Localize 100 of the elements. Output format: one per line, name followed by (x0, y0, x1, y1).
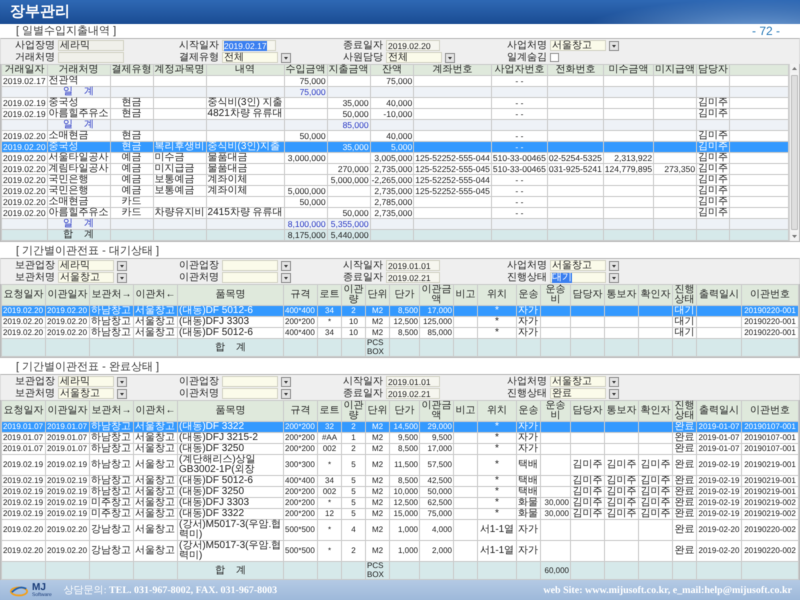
input-field[interactable]: 2019.02.21 (386, 388, 440, 399)
section-title: [ 기간별이관전표 - 완료상태 ] (16, 360, 159, 374)
column-header: 담당자 (570, 400, 604, 422)
table-row[interactable]: 일 계 85,000 (2, 120, 788, 130)
input-field[interactable]: 완료 (550, 388, 606, 399)
vertical-scrollbar[interactable] (789, 64, 799, 241)
input-field[interactable]: 세라믹 (58, 40, 124, 51)
column-header: 요청일자 (2, 284, 46, 306)
column-header: 통보자 (604, 284, 638, 306)
table-row[interactable]: 2019.01.07 2019.01.07 하남창고 서울창고 (대동)DFJ 3215-2 200*200 #AA 1 M2 9,500 9,500 * 자가 완료 2019-01-07 20190107-001 (2, 432, 798, 444)
input-field[interactable]: 2019.02.17 (222, 40, 276, 51)
field-label: 시작일자 (343, 376, 383, 387)
table-row[interactable]: 2019.02.20 소매현금 현금 50,000 40,000 - - 김미주 (2, 130, 788, 142)
column-header: 운송 (516, 284, 540, 306)
column-header: 내역 (206, 64, 284, 76)
input-field[interactable]: 세라믹 (58, 260, 114, 271)
table-row[interactable]: 2019.02.20 아름힐주유소 카드 차량유지비 2415차량 유류대 50,000 2,735,000 - - 김미주 (2, 208, 788, 218)
column-header: 계정과목명 (153, 64, 206, 76)
table-row[interactable]: 2019.02.19 2019.02.19 하남창고 서울창고 (대동)DF 5012-6 400*400 34 5 M2 8,500 42,500 * 택배 김미주 김미주 김미주 완료 2019-02-19 20190219-001 (2, 476, 798, 486)
checkbox[interactable] (550, 53, 559, 62)
input-field[interactable]: 서울창고 (550, 260, 606, 271)
logo-text: MJ (32, 582, 46, 592)
column-header: 운송 (516, 400, 540, 422)
table-row[interactable]: 2019.02.19 중국성 현금 중식비(3인) 지출 35,000 40,000 - - 김미주 (2, 98, 788, 108)
input-field[interactable]: 서울창고 (550, 376, 606, 387)
table-row[interactable]: 일 계 75,000 (2, 86, 788, 98)
field-label: 진행상태 (507, 388, 547, 399)
column-header: 단위 (366, 400, 390, 422)
field-label: 보관업장 (15, 260, 55, 271)
field-label: 결제유형 (179, 52, 219, 63)
table-row[interactable]: 합 계 PCS BOX 60,000 (2, 562, 798, 580)
table-row[interactable]: 합 계 PCS BOX (2, 338, 798, 356)
field-label: 이관처명 (179, 388, 219, 399)
field-label: 종료일자 (343, 40, 383, 51)
table-row[interactable]: 2019.02.19 2019.02.19 하남창고 서울창고 (대동)DF 3250 200*200 002 5 M2 10,000 50,000 * 택배 김미주 김미주 김미주 완료 2019-02-19 20190219-001 (2, 486, 798, 498)
scrollbar-thumb[interactable] (791, 75, 798, 230)
column-header: 잔액 (370, 64, 414, 76)
column-header: 담당자 (696, 64, 730, 76)
column-header: 미수금액 (603, 64, 654, 76)
field-label: 종료일자 (343, 272, 383, 283)
input-field[interactable]: 전체 (222, 52, 278, 63)
input-field[interactable]: 서울창고 (58, 272, 114, 283)
column-header: 단가 (390, 284, 420, 306)
field-label: 사업장명 (15, 40, 55, 51)
column-header: 보관처→ (90, 284, 134, 306)
table-row[interactable]: 2019.02.19 아름힐주유소 현금 4821차량 유류대 50,000 -10,000 - - 김미주 (2, 108, 788, 120)
input-field[interactable] (222, 260, 278, 271)
field-label: 진행상태 (507, 272, 547, 283)
field-label: 사업처명 (507, 40, 547, 51)
table-row[interactable]: 2019.02.20 2019.02.20 하남창고 서울창고 (대동)DFJ 3303 200*200 * 10 M2 12,500 125,000 * 자가 대기 20190220-001 (2, 316, 798, 328)
column-header: 비고 (454, 400, 478, 422)
input-field[interactable]: 2019.01.01 (386, 376, 440, 387)
input-field[interactable] (58, 52, 124, 63)
table-cell: 5,440,000 (327, 230, 370, 240)
column-header: 비고 (454, 284, 478, 306)
field-label: 이관처명 (179, 272, 219, 283)
input-field[interactable]: 2019.01.01 (386, 260, 440, 271)
input-field[interactable]: 서울창고 (550, 40, 606, 51)
column-header: 미지급액 (654, 64, 697, 76)
input-field[interactable]: 2019.02.21 (386, 272, 440, 283)
column-header: 확인자 (638, 284, 672, 306)
table-row[interactable]: 2019.02.20 서울타일공사 예금 미수금 물품대금 3,000,000 3,005,000 125-52252-555-044 510-33-00465 02-5254-5325 2,313,922 김미주 (2, 152, 788, 164)
field-label: 보관업장 (15, 376, 55, 387)
table-row[interactable]: 2019.02.19 2019.02.19 미주창고 서울창고 (대동)DFJ 3303 200*200 * 5 M2 12,500 62,500 * 화물 30,000 김미주 김미주 김미주 완료 2019-02-19 20190219-002 (2, 498, 798, 508)
column-header: 이관금액 (420, 284, 454, 306)
table-row[interactable]: 일 계 8,100,000 5,355,000 (2, 218, 788, 230)
column-header: 이관량 (342, 400, 366, 422)
column-header: 운송비 (540, 284, 570, 306)
swoosh-logo-icon (10, 584, 28, 596)
column-header: 진행상태 (672, 284, 696, 306)
table-row[interactable]: 2019.02.20 국민은행 예금 보통예금 계좌이체 5,000,000 -2,265,000 125-52252-555-044 - - 김미주 (2, 174, 788, 186)
input-field[interactable]: 2019.02.20 (386, 40, 440, 51)
column-header: 요청일자 (2, 400, 46, 422)
table-row[interactable]: 2019.02.20 국민은행 예금 보통예금 계좌이체 5,000,000 2,735,000 125-52252-555-045 - - 김미주 (2, 186, 788, 196)
table-row[interactable]: 2019.02.19 2019.02.19 미주창고 서울창고 (대동)DF 3322 200*200 12 5 M2 15,000 75,000 * 화물 30,000 김미주 김미주 김미주 완료 2019-02-19 20190219-002 (2, 508, 798, 520)
field-label: 일계숨김 (507, 52, 547, 63)
table-row[interactable]: 합 계 8,175,000 5,440,000 (2, 230, 788, 240)
column-header: 품목명 (178, 284, 284, 306)
field-label: 이관업장 (179, 376, 219, 387)
input-field[interactable]: 전체 (386, 52, 442, 63)
field-label: 시작일자 (343, 260, 383, 271)
input-field[interactable] (222, 388, 278, 399)
table-row[interactable]: 2019.02.17 전관역 75,000 75,000 - - (2, 76, 788, 86)
input-field[interactable]: 서울창고 (58, 388, 114, 399)
table-row[interactable]: 2019.01.07 2019.01.07 하남창고 서울창고 (대동)DF 3250 200*200 002 2 M2 8,500 17,000 * 자가 완료 2019-01-07 20190107-001 (2, 444, 798, 454)
unit-label: BOX (367, 348, 385, 356)
column-header: 이관일자 (46, 400, 90, 422)
table-row[interactable]: 2019.02.20 2019.02.20 하남창고 서울창고 (대동)DF 5012-6 400*400 34 10 M2 8,500 85,000 * 자가 대기 20190220-001 (2, 328, 798, 338)
input-field[interactable]: 대기 (550, 272, 606, 283)
column-header: 진행상태 (672, 400, 696, 422)
table-cell: 합 계 (178, 338, 284, 356)
input-field[interactable] (222, 272, 278, 283)
input-field[interactable] (222, 376, 278, 387)
table-row[interactable]: 2019.02.20 소매현금 카드 50,000 2,785,000 - - 김미주 (2, 196, 788, 208)
column-header: 지출금액 (327, 64, 370, 76)
input-field[interactable]: 세라믹 (58, 376, 114, 387)
column-header: 단위 (366, 284, 390, 306)
column-header: 이관처← (134, 284, 178, 306)
table-row[interactable]: 2019.02.20 계림타일공사 예금 미지급금 물품대금 270,000 2,735,000 125-52252-555-045 510-33-00465 031-925-5241 124,779,895 273,350 김미주 (2, 164, 788, 174)
section-title: [ 기간별이관전표 - 대기상태 ] (16, 244, 159, 258)
